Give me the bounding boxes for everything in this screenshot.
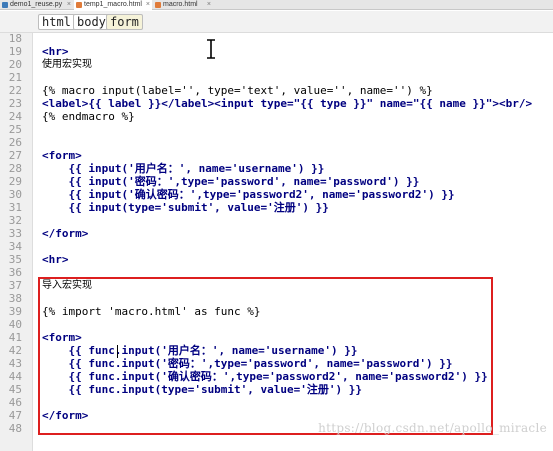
line-number: 38 [8, 292, 22, 305]
code-line-23: <label>{{ label }}</label><input type="{… [42, 97, 533, 110]
tab-demo1-reuse[interactable]: demo1_reuse.py × [0, 0, 73, 10]
editor-tab-bar: demo1_reuse.py × temp1_macro.html × macr… [0, 0, 553, 10]
code-line-31: {{ input(type='submit', value='注册') }} [42, 201, 329, 214]
line-number: 37 [8, 279, 22, 292]
breadcrumb-html[interactable]: html [38, 14, 75, 30]
line-number: 25 [8, 123, 22, 136]
line-number: 45 [8, 383, 22, 396]
code-line-20: 使用宏实现 [42, 59, 92, 70]
line-number: 41 [8, 331, 22, 344]
code-line-33: </form> [42, 227, 89, 240]
watermark: https://blog.csdn.net/apollo_miracle [318, 421, 547, 435]
line-number: 34 [8, 240, 22, 253]
line-number: 44 [8, 370, 22, 383]
text-cursor-icon [207, 39, 215, 59]
line-number: 21 [8, 71, 22, 84]
close-icon[interactable]: × [67, 0, 71, 10]
code-line-35: <hr> [42, 253, 69, 266]
line-number: 28 [8, 162, 22, 175]
line-number: 36 [8, 266, 22, 279]
html-file-icon [155, 2, 161, 8]
breadcrumb: html body form [0, 11, 553, 33]
code-line-24: {% endmacro %} [42, 110, 135, 123]
line-number: 42 [8, 344, 22, 357]
tab-label: temp1_macro.html [84, 1, 142, 8]
line-number: 33 [8, 227, 22, 240]
line-number: 32 [8, 214, 22, 227]
line-number: 43 [8, 357, 22, 370]
code-line-30: {{ input('确认密码：',type='password2', name=… [42, 188, 455, 201]
tab-label: macro.html [163, 1, 198, 8]
line-number: 24 [8, 110, 22, 123]
line-number: 19 [8, 45, 22, 58]
close-icon[interactable]: × [146, 0, 150, 10]
line-number: 22 [8, 84, 22, 97]
close-icon[interactable]: × [207, 0, 211, 10]
code-line-29: {{ input('密码：',type='password', name='pa… [42, 175, 420, 188]
line-number: 31 [8, 201, 22, 214]
code-line-27: <form> [42, 149, 82, 162]
line-number: 20 [8, 58, 22, 71]
tab-macro-html[interactable]: macro.html × [153, 0, 213, 10]
line-number: 39 [8, 305, 22, 318]
line-number: 29 [8, 175, 22, 188]
line-number: 48 [8, 422, 22, 435]
line-number: 35 [8, 253, 22, 266]
code-line-19: <hr> [42, 45, 69, 58]
python-file-icon [2, 2, 8, 8]
line-number: 46 [8, 396, 22, 409]
line-number: 23 [8, 97, 22, 110]
html-file-icon [76, 2, 82, 8]
line-number: 30 [8, 188, 22, 201]
breadcrumb-form[interactable]: form [106, 14, 143, 30]
line-number: 26 [8, 136, 22, 149]
line-number: 47 [8, 409, 22, 422]
line-number: 18 [8, 32, 22, 45]
line-number: 27 [8, 149, 22, 162]
tab-temp1-macro[interactable]: temp1_macro.html × [74, 0, 152, 10]
line-number-gutter: 18 19 20 21 22 23 24 25 26 27 28 29 30 3… [0, 32, 33, 451]
code-line-28: {{ input('用户名：', name='username') }} [42, 162, 325, 175]
code-line-22: {% macro input(label='', type='text', va… [42, 84, 433, 97]
breadcrumb-body[interactable]: body [73, 14, 110, 30]
tab-label: demo1_reuse.py [10, 1, 63, 8]
highlight-box [38, 277, 493, 435]
line-number: 40 [8, 318, 22, 331]
